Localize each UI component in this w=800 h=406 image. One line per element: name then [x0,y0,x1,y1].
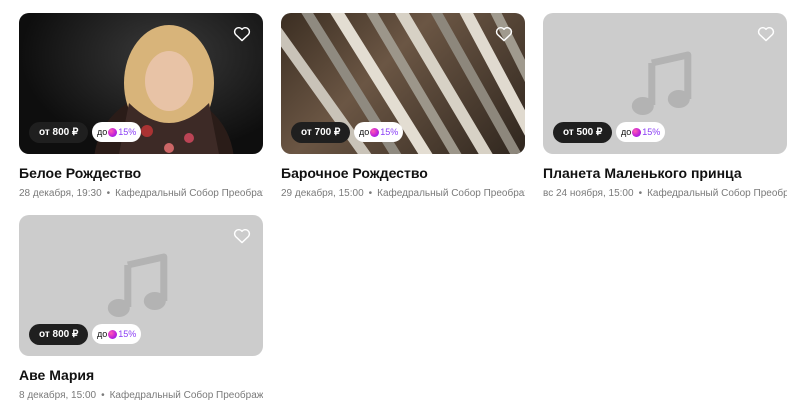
event-meta: 28 декабря, 19:30 • Кафедральный Собор Пре… [19,188,263,199]
music-note-placeholder-icon [626,49,696,119]
plus-logo-icon [632,127,642,137]
meta-separator: • [101,390,105,401]
cashback-prefix: до [621,127,632,137]
favorite-heart-icon[interactable] [757,26,775,42]
favorite-heart-icon[interactable] [495,26,513,42]
cashback-percent: 15% [118,127,137,137]
event-venue: Кафедральный Собор Преображени... [115,188,263,199]
event-title[interactable]: Планета Маленького принца [543,165,787,181]
plus-logo-icon [108,127,118,137]
favorite-heart-icon[interactable] [233,228,251,244]
meta-separator: • [106,188,111,199]
event-title[interactable]: Аве Мария [19,367,263,383]
event-card[interactable]: от 800 ₽ до 15% Белое Рождество 28 декаб… [19,13,263,199]
price-badge: от 500 ₽ [553,122,613,143]
music-note-placeholder-icon [102,251,172,321]
event-image[interactable]: от 800 ₽ до 15% [19,215,263,356]
event-image[interactable]: от 700 ₽ до 15% [281,13,525,154]
event-date: 8 декабря, 15:00 [19,390,97,401]
event-meta: вс 24 ноября, 15:00 • Кафедральный Собор П… [543,188,787,199]
event-venue: Кафедральный Собор Преображени... [377,188,525,199]
favorite-heart-icon[interactable] [233,26,251,42]
cashback-badge: до 15% [616,122,666,142]
cashback-percent: 15% [642,127,661,137]
event-card[interactable]: от 800 ₽ до 15% Аве Мария 8 декабря, 15:… [19,215,263,401]
event-title[interactable]: Барочное Рождество [281,165,525,181]
price-badge: от 800 ₽ [29,122,89,143]
event-image[interactable]: от 500 ₽ до 15% [543,13,787,154]
event-card[interactable]: от 700 ₽ до 15% Барочное Рождество 29 де… [281,13,525,199]
event-meta: 8 декабря, 15:00 • Кафедральный Собор Прео… [19,390,263,401]
cashback-badge: до 15% [92,324,142,344]
event-date: 28 декабря, 19:30 [19,188,102,199]
price-badge: от 700 ₽ [291,122,351,143]
event-venue: Кафедральный Собор Преображени... [647,188,787,199]
cashback-prefix: до [97,329,108,339]
cashback-prefix: до [97,127,108,137]
event-date: 29 декабря, 15:00 [281,188,364,199]
cashback-percent: 15% [380,127,399,137]
price-badge: от 800 ₽ [29,324,89,345]
event-card[interactable]: от 500 ₽ до 15% Планета Маленького принц… [543,13,787,199]
cashback-badge: до 15% [92,122,142,142]
event-meta: 29 декабря, 15:00 • Кафедральный Собор Пре… [281,188,525,199]
cashback-percent: 15% [118,329,137,339]
plus-logo-icon [108,329,118,339]
event-venue: Кафедральный Собор Преображени... [109,390,263,401]
plus-logo-icon [370,127,380,137]
event-date: вс 24 ноября, 15:00 [543,188,634,199]
cashback-prefix: до [359,127,370,137]
event-title[interactable]: Белое Рождество [19,165,263,181]
event-image[interactable]: от 800 ₽ до 15% [19,13,263,154]
cashback-badge: до 15% [354,122,404,142]
meta-separator: • [638,188,643,199]
meta-separator: • [368,188,373,199]
